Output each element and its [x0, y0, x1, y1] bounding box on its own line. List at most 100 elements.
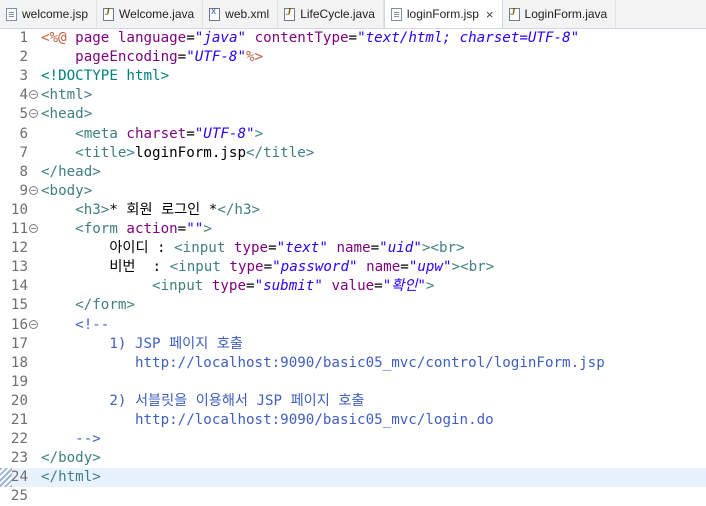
- code-token: <body>: [41, 182, 93, 199]
- code-token: </head>: [41, 163, 101, 180]
- tab-label: welcome.jsp: [22, 7, 89, 21]
- code-token: loginForm.jsp: [134, 144, 247, 161]
- code-line[interactable]: 11− <form action="">: [0, 220, 706, 239]
- code-text: <h3>* 회원 로그인 *</h3>: [41, 201, 260, 220]
- code-text: http://localhost:9090/basic05_mvc/contro…: [41, 354, 605, 373]
- code-token: =: [348, 30, 358, 46]
- code-editor[interactable]: 1 <%@ page language="java" contentType="t…: [0, 29, 706, 504]
- code-token: >: [203, 221, 212, 237]
- fold-toggle-icon[interactable]: −: [29, 185, 38, 195]
- code-line[interactable]: 9− <body>: [0, 182, 706, 201]
- code-token: "submit": [254, 278, 323, 295]
- code-text: -->: [41, 430, 101, 449]
- code-token: name: [336, 240, 371, 257]
- code-token: charset: [126, 125, 187, 142]
- code-line[interactable]: 1 <%@ page language="java" contentType="t…: [0, 29, 706, 48]
- code-token: "UTF-8": [194, 125, 255, 142]
- code-token: http://localhost:9090/basic05_mvc/login.…: [41, 412, 494, 428]
- code-line[interactable]: 13 비번 : <input type="password" name="upw…: [0, 258, 706, 277]
- code-token: "text/html; charset=UTF-8": [357, 30, 580, 46]
- tab-label: LoginForm.java: [524, 7, 608, 21]
- code-line[interactable]: 6 <meta charset="UTF-8">: [0, 125, 706, 144]
- code-token: language: [117, 30, 187, 46]
- code-token: =: [263, 259, 273, 276]
- tab-welcome-java[interactable]: Welcome.java: [97, 0, 204, 28]
- code-line[interactable]: 24 </html>: [0, 468, 706, 488]
- code-line[interactable]: 5− <head>: [0, 105, 706, 124]
- code-line[interactable]: 25: [0, 487, 706, 506]
- code-text: <!--: [41, 316, 109, 335]
- code-line[interactable]: 22 -->: [0, 430, 706, 449]
- code-line[interactable]: 10 <h3>* 회원 로그인 *</h3>: [0, 201, 706, 220]
- code-token: -->: [41, 431, 101, 448]
- fold-toggle-icon[interactable]: −: [29, 224, 38, 233]
- code-line[interactable]: 8 </head>: [0, 163, 706, 182]
- code-token: <meta: [75, 125, 127, 142]
- code-line[interactable]: 12 아이디 : <input type="text" name="uid"><…: [0, 239, 706, 258]
- code-token: type: [229, 259, 264, 276]
- line-number: 7: [19, 144, 28, 161]
- code-line[interactable]: 3 <!DOCTYPE html>: [0, 67, 706, 86]
- code-token: %>: [246, 49, 264, 66]
- code-line[interactable]: 14 <input type="submit" value="확인">: [0, 277, 706, 296]
- code-token: </html>: [41, 469, 101, 486]
- line-number: 24: [10, 469, 28, 486]
- code-token: </h3>: [217, 201, 261, 218]
- jsp-file-icon: [6, 7, 17, 21]
- code-token: <form: [75, 221, 127, 237]
- line-number: 14: [10, 278, 28, 295]
- tab-loginform-jsp[interactable]: loginForm.jsp ×: [383, 0, 503, 28]
- code-token: ><br>: [451, 259, 495, 276]
- fold-toggle-icon[interactable]: −: [29, 90, 38, 100]
- code-text: 비번 : <input type="password" name="upw"><…: [41, 258, 494, 277]
- code-token: name: [366, 259, 401, 276]
- code-line[interactable]: 4− <html>: [0, 86, 706, 105]
- code-line[interactable]: 15 </form>: [0, 296, 706, 315]
- line-number: 4: [19, 87, 28, 104]
- code-token: =: [177, 49, 187, 66]
- code-token: http://localhost:9090/basic05_mvc/contro…: [41, 354, 605, 371]
- code-token: page: [75, 30, 118, 46]
- code-text: </form>: [41, 296, 135, 315]
- close-tab-icon[interactable]: ×: [486, 7, 494, 22]
- line-number: 3: [19, 68, 28, 85]
- code-line[interactable]: 21 http://localhost:9090/basic05_mvc/log…: [0, 411, 706, 430]
- code-line[interactable]: 16− <!--: [0, 316, 706, 335]
- code-token: <html>: [41, 87, 93, 104]
- line-number: 13: [10, 259, 28, 276]
- java-file-icon: [508, 7, 520, 21]
- code-line[interactable]: 19: [0, 373, 706, 392]
- tab-label: Welcome.java: [119, 7, 195, 21]
- code-text: http://localhost:9090/basic05_mvc/login.…: [41, 411, 494, 430]
- tab-loginform-java[interactable]: LoginForm.java: [503, 0, 617, 28]
- fold-toggle-icon[interactable]: −: [29, 109, 38, 119]
- code-line[interactable]: 23 </body>: [0, 449, 706, 468]
- line-number: 6: [19, 125, 28, 142]
- tab-lifecycle-java[interactable]: LifeCycle.java: [278, 0, 384, 28]
- code-token: 아이디 :: [41, 240, 175, 257]
- fold-toggle-icon[interactable]: −: [29, 319, 38, 329]
- code-token: >: [254, 125, 264, 142]
- line-number: 23: [10, 450, 28, 467]
- code-line[interactable]: 20 2) 서블릿을 이용해서 JSP 페이지 호출: [0, 392, 706, 411]
- code-line[interactable]: 7 <title>loginForm.jsp</title>: [0, 144, 706, 163]
- code-token: <!DOCTYPE html>: [41, 68, 170, 85]
- line-number: 25: [10, 488, 28, 505]
- code-token: <title>: [75, 144, 135, 161]
- code-token: "text": [276, 240, 328, 257]
- code-text: <body>: [41, 182, 92, 201]
- code-token: "UTF-8": [186, 49, 247, 66]
- line-number: 8: [19, 163, 28, 180]
- code-token: <h3>: [75, 201, 110, 218]
- code-text: pageEncoding="UTF-8"%>: [41, 48, 263, 67]
- code-token: type: [211, 278, 247, 295]
- tab-web-xml[interactable]: web.xml: [203, 0, 279, 28]
- code-token: "uid": [379, 240, 422, 257]
- code-line[interactable]: 2 pageEncoding="UTF-8"%>: [0, 48, 706, 67]
- java-file-icon: [284, 7, 296, 21]
- code-line[interactable]: 17 1) JSP 페이지 호출: [0, 335, 706, 354]
- tab-welcome-jsp[interactable]: welcome.jsp: [0, 0, 98, 28]
- code-line[interactable]: 18 http://localhost:9090/basic05_mvc/con…: [0, 354, 706, 373]
